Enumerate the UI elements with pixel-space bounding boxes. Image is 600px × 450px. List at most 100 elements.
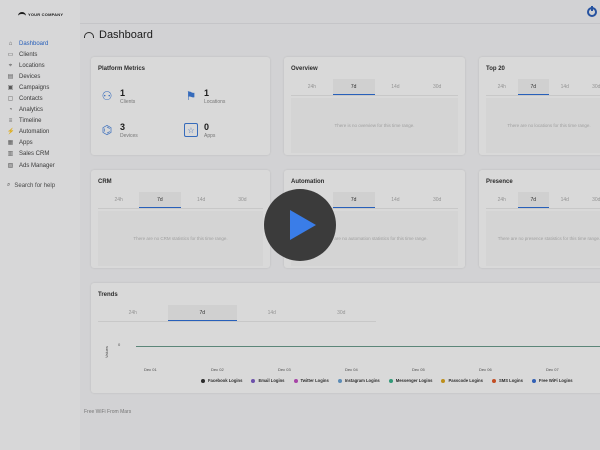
tab-7d[interactable]: 7d <box>517 192 549 208</box>
users-icon: ⚇ <box>101 89 113 103</box>
empty-message: There is no overview for this time range… <box>291 98 458 153</box>
platform-metrics-card: Platform Metrics ⚇ 1 Clients ⚑ 1 Locations… <box>91 57 270 155</box>
tab-30d[interactable]: 30d <box>416 192 458 208</box>
tab-24h[interactable]: 24h <box>98 192 139 208</box>
crm-icon: ▥ <box>7 151 14 158</box>
campaigns-icon: ▣ <box>7 84 14 91</box>
tab-14d[interactable]: 14d <box>549 192 581 208</box>
tab-24h[interactable]: 24h <box>486 192 518 208</box>
legend-item[interactable]: Email Logins <box>251 378 285 383</box>
sidebar-nav: ⌂ Dashboard ▭ Clients ⌖ Locations ▤ Devices ▣ Cam… <box>7 38 55 171</box>
sidebar-item-dashboard[interactable]: ⌂ Dashboard <box>7 38 55 49</box>
card-title: Trends <box>98 292 118 298</box>
tab-7d[interactable]: 7d <box>332 192 375 208</box>
sidebar-item-clients[interactable]: ▭ Clients <box>7 49 55 60</box>
legend-item[interactable]: Free WiFi Logins <box>531 378 573 383</box>
automation-icon: ⚡ <box>7 129 15 136</box>
legend-item[interactable]: Twitter Logins <box>293 378 329 383</box>
contacts-icon: ▢ <box>7 96 14 103</box>
play-icon <box>290 210 316 240</box>
legend-dot-icon <box>388 378 393 383</box>
router-icon: ⌬ <box>101 123 113 137</box>
sidebar-item-label: Analytics <box>19 107 44 114</box>
gauge-icon <box>84 32 94 38</box>
tab-7d[interactable]: 7d <box>167 305 237 321</box>
tab-14d[interactable]: 14d <box>237 305 307 321</box>
tab-30d[interactable]: 30d <box>581 192 600 208</box>
sidebar-item-label: Clients <box>19 51 38 58</box>
x-tick: Dec 04 <box>345 367 358 372</box>
tab-30d[interactable]: 30d <box>416 79 458 95</box>
series-line <box>136 346 600 347</box>
empty-message: There are no presence statistics for thi… <box>486 211 600 266</box>
legend-item[interactable]: Passcode Logins <box>441 378 483 383</box>
legend-label: Passcode Logins <box>448 378 483 383</box>
top-bar <box>80 0 600 24</box>
search-help[interactable]: ⌕ Search for help <box>7 182 55 189</box>
tab-14d[interactable]: 14d <box>549 79 581 95</box>
ads-icon: ▧ <box>7 162 14 169</box>
sidebar-item-label: Devices <box>19 73 41 80</box>
tab-14d[interactable]: 14d <box>375 192 417 208</box>
play-button[interactable] <box>264 189 336 261</box>
range-tabs: 24h7d14d30d <box>98 305 376 322</box>
page-title: Dashboard <box>84 29 153 41</box>
timeline-icon: ≡ <box>8 118 13 125</box>
legend-dot-icon <box>337 378 342 383</box>
crm-card: CRM 24h 7d 14d 30d There are no CRM statist… <box>91 170 270 268</box>
tab-7d[interactable]: 7d <box>332 79 375 95</box>
sidebar-item-apps[interactable]: ▦ Apps <box>7 138 55 149</box>
tab-7d[interactable]: 7d <box>517 79 549 95</box>
metric-label: Devices <box>120 133 138 139</box>
card-title: Automation <box>291 179 325 185</box>
x-tick: Dec 02 <box>211 367 224 372</box>
company-logo[interactable]: YOUR COMPANY <box>18 12 63 17</box>
metric-label: Locations <box>204 99 226 105</box>
y-tick: 0 <box>118 342 121 347</box>
metric-apps: ☆ 0 Apps <box>184 123 215 139</box>
metric-label: Apps <box>204 133 216 139</box>
legend-dot-icon <box>491 378 496 383</box>
metric-label: Clients <box>120 99 136 105</box>
legend-dot-icon <box>441 378 446 383</box>
tab-24h[interactable]: 24h <box>486 79 518 95</box>
range-tabs: 24h7d14d30d <box>98 192 263 209</box>
sidebar-item-ads-manager[interactable]: ▧ Ads Manager <box>7 160 55 171</box>
card-title: CRM <box>98 179 112 185</box>
legend-label: Twitter Logins <box>300 378 329 383</box>
sidebar-item-label: Locations <box>19 62 45 69</box>
sidebar-item-locations[interactable]: ⌖ Locations <box>7 60 55 71</box>
presence-card: Presence 24h 7d 14d 30d There are no presen… <box>479 170 600 268</box>
tab-30d[interactable]: 30d <box>581 79 600 95</box>
tab-30d[interactable]: 30d <box>222 192 263 208</box>
tab-14d[interactable]: 14d <box>375 79 417 95</box>
search-help-label: Search for help <box>14 182 56 189</box>
sidebar-item-sales-crm[interactable]: ▥ Sales CRM <box>7 149 55 160</box>
legend-dot-icon <box>251 378 256 383</box>
legend-label: Email Logins <box>258 378 285 383</box>
sidebar-item-label: Ads Manager <box>19 162 55 169</box>
tab-24h[interactable]: 24h <box>291 79 333 95</box>
sidebar-item-label: Apps <box>19 140 33 147</box>
tab-30d[interactable]: 30d <box>307 305 377 321</box>
wifi-logo-icon <box>18 12 26 17</box>
legend-item[interactable]: Facebook Logins <box>201 378 242 383</box>
legend-item[interactable]: SMS Logins <box>491 378 523 383</box>
range-tabs: 24h7d14d30d <box>486 192 600 209</box>
sidebar-item-timeline[interactable]: ≡ Timeline <box>7 116 55 127</box>
tab-7d[interactable]: 7d <box>139 192 181 208</box>
sidebar-item-automation[interactable]: ⚡ Automation <box>7 127 55 138</box>
legend-item[interactable]: Messenger Logins <box>388 378 432 383</box>
metric-value: 1 <box>204 88 210 98</box>
x-tick: Dec 05 <box>412 367 425 372</box>
sidebar-item-campaigns[interactable]: ▣ Campaigns <box>7 82 55 93</box>
sidebar-item-contacts[interactable]: ▢ Contacts <box>7 93 55 104</box>
tab-24h[interactable]: 24h <box>98 305 168 321</box>
power-icon[interactable] <box>587 6 597 17</box>
sidebar-item-devices[interactable]: ▤ Devices <box>7 71 55 82</box>
trends-card: Trends 24h 7d 14d 30d Values 0 Dec 01 Dec 02… <box>91 283 600 393</box>
tab-14d[interactable]: 14d <box>181 192 222 208</box>
legend-item[interactable]: Instagram Logins <box>337 378 380 383</box>
footer-text: Free WiFi From Mars <box>84 409 132 415</box>
sidebar-item-analytics[interactable]: ◔ Analytics <box>7 105 55 116</box>
